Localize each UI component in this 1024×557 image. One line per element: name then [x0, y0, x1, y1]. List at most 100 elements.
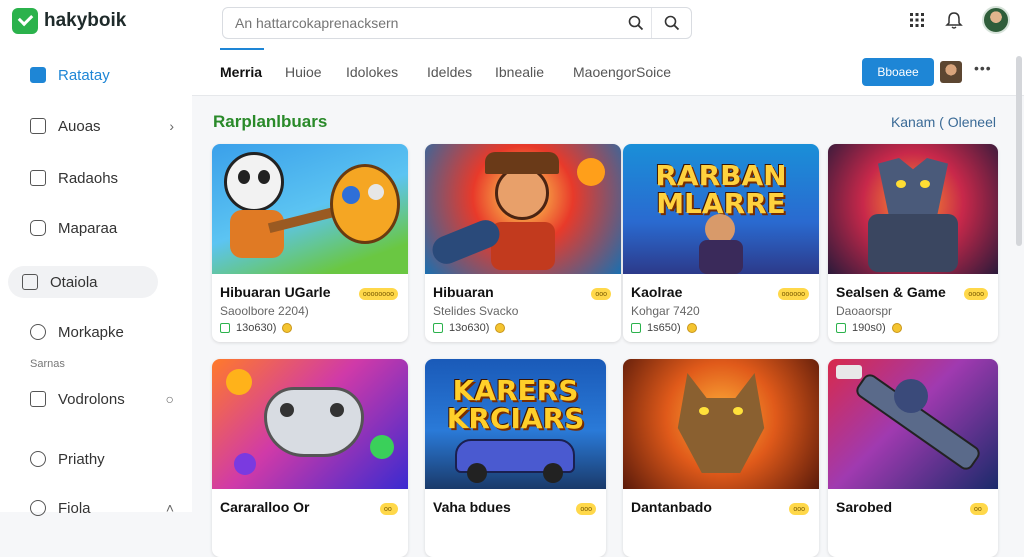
home-icon — [30, 67, 46, 83]
game-art-title: KARERS KRCIARS — [425, 377, 606, 433]
tab-ibnealie[interactable]: Ibnealie — [495, 64, 544, 80]
card-meta: 190s0) — [836, 322, 902, 334]
card-title: Hibuaran UGarle — [220, 284, 331, 300]
card-count: 190s0) — [852, 322, 886, 334]
tab-huioe[interactable]: Huioe — [285, 64, 322, 80]
game-art-title-line: KARERS — [452, 374, 579, 407]
notification-bell-icon[interactable] — [944, 10, 964, 30]
scrollbar-thumb[interactable] — [1016, 56, 1022, 246]
sidebar-item-radaohs[interactable]: Radaohs — [16, 162, 186, 194]
card-title: Cararalloo Or — [220, 499, 310, 515]
tab-ideldes[interactable]: Ideldes — [427, 64, 472, 80]
game-card[interactable]: RARBAN MLARRE Kaolrae oooooo Kohgar 7420… — [623, 144, 819, 342]
sidebar-item-label: Vodrolons — [58, 390, 125, 408]
pie-icon — [30, 324, 46, 340]
sidebar-item-label: Fiola — [58, 499, 91, 517]
card-title: Sarobed — [836, 499, 893, 515]
search-input[interactable] — [223, 15, 621, 31]
game-card[interactable]: Sarobed oo — [828, 359, 998, 557]
sidebar-item-auoas[interactable]: Auoas › — [16, 110, 186, 142]
sidebar-item-fiola[interactable]: Fiola ˄ — [16, 492, 186, 524]
game-card[interactable]: Sealsen & Game oooo Daoaorspr 190s0) — [828, 144, 998, 342]
rating-badge: ooo — [576, 503, 596, 515]
tab-bar: Merria Huioe Idolokes Ideldes Ibnealie M… — [192, 48, 1024, 96]
tab-idolokes[interactable]: Idolokes — [346, 64, 398, 80]
card-title: Sealsen & Game — [836, 284, 946, 300]
game-thumbnail — [623, 359, 819, 489]
logo-icon — [12, 8, 38, 34]
card-subtitle: Daoaorspr — [836, 304, 893, 318]
game-thumbnail — [212, 144, 408, 274]
app-name: hakyboik — [44, 10, 127, 31]
tab-merria[interactable]: Merria — [220, 64, 262, 80]
game-art-title-line: KRCIARS — [446, 402, 585, 435]
sidebar-item-label: Auoas — [58, 117, 101, 135]
search-button[interactable] — [651, 8, 691, 38]
game-card[interactable]: Dantanbado ooo — [623, 359, 819, 557]
game-thumbnail — [828, 144, 998, 274]
more-options-icon[interactable]: ••• — [974, 60, 992, 76]
sidebar-item-ratatay[interactable]: Ratatay — [16, 59, 186, 91]
see-all-link[interactable]: Kanam ( Oleneel — [891, 114, 996, 130]
card-meta: 1s650) — [631, 322, 697, 334]
apps-grid-icon[interactable] — [908, 11, 926, 29]
chevron-up-icon: ˄ — [165, 500, 174, 516]
search-icon[interactable] — [621, 8, 651, 38]
sidebar-section-label: Sarnas — [30, 358, 65, 370]
page-icon — [30, 118, 46, 134]
sidebar-item-label: Ratatay — [58, 66, 110, 84]
rating-badge: oo — [380, 503, 398, 515]
active-tab-indicator — [220, 48, 264, 50]
game-card[interactable]: Hibuaran ooo Stelides Svacko 13o630) — [425, 144, 621, 342]
primary-action-button[interactable]: Bboaee — [862, 58, 934, 86]
card-meta: 13o630) — [220, 322, 293, 334]
sidebar-item-maparaa[interactable]: Maparaa — [16, 212, 186, 244]
card-title: Kaolrae — [631, 284, 683, 300]
sidebar-item-priathy[interactable]: Priathy — [16, 443, 186, 475]
search-button-icon — [664, 15, 679, 31]
card-title: Vaha bdues — [433, 499, 511, 515]
card-title: Hibuaran — [433, 284, 494, 300]
card-count: 13o630) — [449, 322, 490, 334]
game-card[interactable]: Cararalloo Or oo — [212, 359, 408, 557]
game-thumbnail — [212, 359, 408, 489]
game-card[interactable]: KARERS KRCIARS Vaha bdues ooo — [425, 359, 606, 557]
search-bar — [222, 7, 692, 39]
card-count: 13o630) — [236, 322, 277, 334]
rating-badge: oooo — [964, 288, 988, 300]
check-icon — [433, 323, 443, 333]
rating-badge: oooooo — [777, 288, 809, 300]
user-avatar[interactable] — [982, 6, 1010, 34]
game-thumbnail — [425, 144, 621, 274]
sidebar-item-vodrolons[interactable]: Vodrolons ○ — [16, 383, 186, 415]
game-art-title-line: RARBAN — [655, 159, 787, 192]
coin-icon — [686, 323, 697, 333]
coin-icon — [282, 323, 293, 333]
sidebar-item-label: Maparaa — [58, 219, 118, 237]
sidebar-item-label: Morkapke — [58, 323, 124, 341]
app-logo[interactable]: hakyboik — [12, 8, 126, 34]
sidebar-item-label: Radaohs — [58, 169, 119, 187]
check-icon — [836, 323, 846, 333]
tab-maoengorsoice[interactable]: MaoengorSoice — [573, 64, 671, 80]
account-avatar[interactable] — [940, 61, 962, 83]
game-card[interactable]: Hibuaran UGarle oooooooo Saoolbore 2204)… — [212, 144, 408, 342]
coin-icon — [891, 323, 902, 333]
check-icon — [631, 323, 641, 333]
coin-icon — [495, 323, 506, 333]
game-thumbnail: RARBAN MLARRE — [623, 144, 819, 274]
game-thumbnail: KARERS KRCIARS — [425, 359, 606, 489]
card-subtitle: Stelides Svacko — [433, 304, 519, 318]
game-art-title: RARBAN MLARRE — [623, 162, 819, 218]
top-bar: hakyboik — [0, 0, 1024, 48]
section-title: Rarplanlbuars — [213, 112, 328, 131]
sidebar: Ratatay Auoas › Radaohs Maparaa Otaiola … — [0, 48, 192, 517]
sidebar-item-otaiola[interactable]: Otaiola — [8, 266, 158, 298]
sidebar-item-morkapke[interactable]: Morkapke — [16, 316, 186, 348]
card-subtitle: Saoolbore 2204) — [220, 304, 309, 318]
play-icon — [30, 220, 46, 236]
settings-icon — [30, 500, 46, 516]
list-icon — [30, 391, 46, 407]
clock-icon — [30, 451, 46, 467]
chart-icon — [22, 274, 38, 290]
